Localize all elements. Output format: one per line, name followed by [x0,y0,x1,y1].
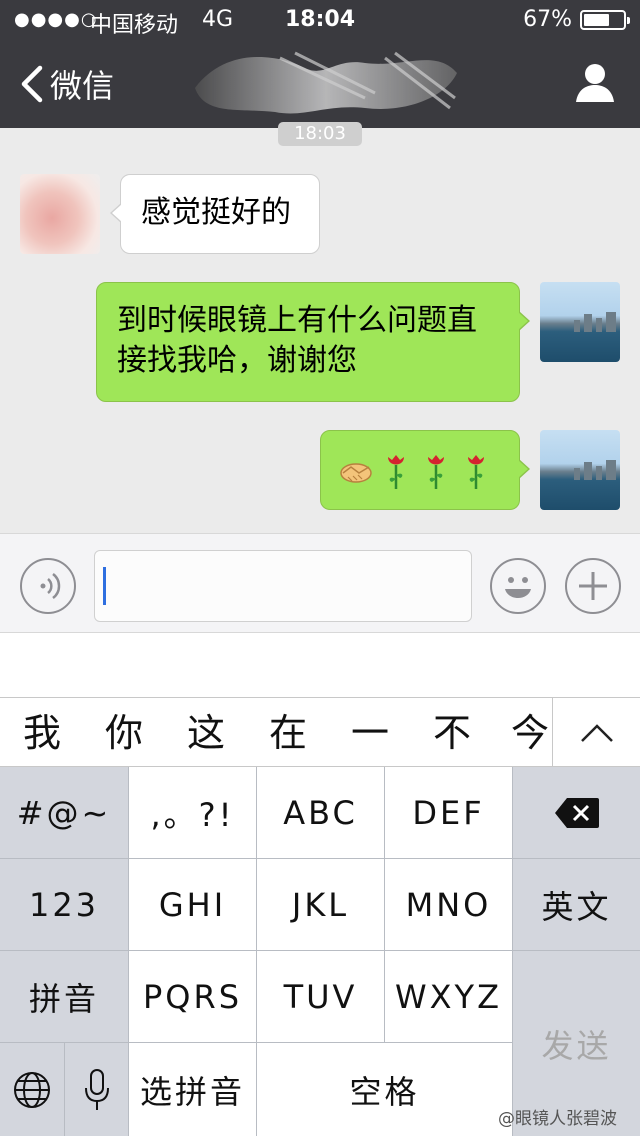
message-text: 到时候眼镜上有什么问题直接找我哈，谢谢您 [117,303,477,378]
candidate-word[interactable]: 不 [422,698,482,768]
input-bar [0,533,640,633]
my-avatar[interactable] [540,282,620,362]
message-timestamp: 18:03 [278,122,362,146]
microphone-icon [84,1068,109,1110]
key-mno[interactable]: MNO [385,859,512,950]
chat-info-button[interactable] [570,58,620,108]
emoji-row [339,451,501,491]
message-input[interactable] [94,550,472,622]
back-label: 微信 [50,67,115,105]
outgoing-emoji-bubble[interactable] [320,430,530,510]
input-expansion-area [0,633,640,697]
candidate-word[interactable]: 你 [94,698,154,768]
chevron-up-icon [580,724,613,742]
rose-icon [428,455,444,489]
key-english[interactable]: 英文 [513,859,640,950]
plus-icon [579,572,607,600]
battery-percent: 67% [523,7,572,32]
expand-candidates-button[interactable] [552,698,640,768]
key-def[interactable]: DEF [385,767,512,858]
smiley-icon [505,577,531,598]
key-pqrs[interactable]: PQRS [129,951,256,1042]
battery-icon [580,10,630,30]
space-key[interactable]: 空格 [257,1043,512,1136]
key-symbols[interactable]: #@~ [0,767,128,858]
my-avatar[interactable] [540,430,620,510]
candidate-word[interactable]: 在 [258,698,318,768]
contact-avatar[interactable] [20,174,100,254]
person-icon [576,64,614,102]
candidate-word[interactable]: 这 [176,698,236,768]
weibo-watermark: @眼镜人张碧波 [498,1109,617,1129]
keyboard: #@~ ,。?! ABC DEF 123 GHI JKL MNO 英文 拼音 P… [0,767,640,1136]
delete-key[interactable] [513,767,640,858]
dictation-key[interactable] [65,1043,128,1136]
key-wxyz[interactable]: WXYZ [385,951,512,1042]
candidate-word[interactable]: 我 [12,698,72,768]
outgoing-message-bubble[interactable]: 到时候眼镜上有什么问题直接找我哈，谢谢您 [96,282,530,402]
chat-area[interactable]: 18:03 感觉挺好的 到时候眼镜上有什么问题直接找我哈，谢谢您 [0,122,640,533]
voice-wave-icon [40,573,61,599]
incoming-message-bubble[interactable]: 感觉挺好的 [110,174,320,254]
key-abc[interactable]: ABC [257,767,384,858]
emoji-button[interactable] [490,558,546,614]
globe-icon [14,1071,50,1108]
text-caret [103,567,106,605]
redacted-title-scribble [195,51,457,114]
key-ghi[interactable]: GHI [129,859,256,950]
voice-input-button[interactable] [20,558,76,614]
key-pinyin[interactable]: 拼音 [0,951,128,1042]
candidate-word[interactable]: 一 [340,698,400,768]
battery-fill [584,14,610,26]
candidate-word[interactable]: 今 [500,698,560,768]
key-123[interactable]: 123 [0,859,128,950]
candidate-bar: 我 你 这 在 一 不 今 [0,697,640,768]
handshake-icon [340,463,372,483]
key-tuv[interactable]: TUV [257,951,384,1042]
back-button[interactable]: 微信 [16,62,114,106]
top-bar: ●●●●○ 中国移动 4G 18:04 67% 微信 [0,0,640,128]
chevron-left-icon [21,65,43,103]
rose-icon [388,455,404,489]
backspace-icon [554,797,599,828]
key-jkl[interactable]: JKL [257,859,384,950]
more-options-button[interactable] [565,558,621,614]
switch-keyboard-key[interactable] [0,1043,64,1136]
message-text: 感觉挺好的 [141,195,291,230]
rose-icon [468,455,484,489]
status-bar: ●●●●○ 中国移动 4G 18:04 67% [0,0,640,40]
key-select-pinyin[interactable]: 选拼音 [129,1043,256,1136]
key-punctuation[interactable]: ,。?! [129,767,256,858]
